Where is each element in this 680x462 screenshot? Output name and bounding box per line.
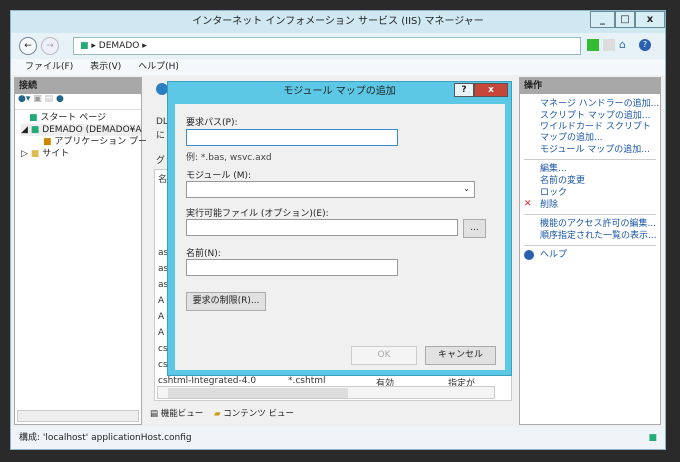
ok-button[interactable]: OK	[351, 346, 417, 365]
features-view-icon: ▤	[150, 409, 159, 419]
status-text: 構成: 'localhost' applicationHost.config	[19, 433, 192, 443]
stop-icon[interactable]	[603, 39, 615, 51]
connect-icon[interactable]: ●▾	[18, 94, 30, 104]
request-path-input[interactable]	[186, 129, 398, 146]
dialog-help-button[interactable]: ?	[454, 83, 474, 97]
connections-header: 接続	[15, 78, 141, 94]
action-add-managed-handler[interactable]: マネージ ハンドラーの追加...	[520, 98, 660, 110]
action-add-wildcard-script-map[interactable]: ワイルドカード スクリプト マップの追加...	[520, 122, 660, 144]
chevron-down-icon: ⌄	[463, 184, 470, 193]
request-path-example: 例: *.bas, wsvc.axd	[186, 153, 272, 163]
help-icon	[524, 250, 534, 260]
column-header-name[interactable]: 名	[158, 172, 167, 185]
action-add-script-map[interactable]: スクリプト マップの追加...	[520, 110, 660, 122]
executable-label: 実行可能ファイル (オプション)(E):	[186, 209, 329, 219]
action-add-module-map[interactable]: モジュール マップの追加...	[520, 144, 660, 156]
server-status-icon: ■	[648, 433, 657, 443]
list-hscrollbar[interactable]	[157, 386, 495, 399]
action-help[interactable]: ヘルプ	[520, 249, 660, 261]
maximize-button[interactable]: □	[615, 11, 635, 28]
tree-hscrollbar[interactable]	[17, 410, 139, 422]
actions-panel: 操作 マネージ ハンドラーの追加... スクリプト マップの追加... ワイルド…	[519, 77, 661, 425]
action-delete[interactable]: 削除	[520, 199, 660, 211]
desc-text: に	[156, 131, 166, 141]
action-lock[interactable]: ロック	[520, 187, 660, 199]
disconnect-icon[interactable]: ●	[56, 94, 64, 104]
cancel-button[interactable]: キャンセル	[425, 346, 496, 365]
close-button[interactable]: x	[635, 11, 665, 28]
actions-header: 操作	[520, 78, 660, 94]
window-title: インターネット インフォメーション サービス (IIS) マネージャー	[192, 16, 484, 27]
breadcrumb-sep: ▸	[91, 41, 96, 51]
tree-sites[interactable]: ▷ ■ サイト	[21, 148, 141, 160]
up-icon[interactable]: ▤	[45, 94, 54, 104]
back-icon[interactable]: ←	[19, 37, 37, 55]
navigation-bar: ← → ■ ▸ DEMADO ▸ ⌂ ?	[11, 33, 665, 59]
home-icon[interactable]: ⌂	[619, 38, 626, 51]
tree-server[interactable]: ◢ ■ DEMADO (DEMADO¥A	[21, 124, 142, 136]
minimize-button[interactable]: _	[590, 11, 615, 28]
server-icon: ■	[80, 41, 89, 51]
features-view-tab[interactable]: ▤ 機能ビュー	[150, 407, 203, 419]
list-item[interactable]: A	[158, 296, 164, 306]
menu-bar: ファイル(F) 表示(V) ヘルプ(H)	[11, 59, 665, 75]
breadcrumb-sep: ▸	[142, 41, 147, 51]
name-input[interactable]	[186, 259, 398, 276]
tree-app-pools[interactable]: ■ アプリケーション プール	[29, 136, 156, 148]
connections-tree: ■ スタート ページ ◢ ■ DEMADO (DEMADO¥A ■ アプリケーシ…	[15, 110, 156, 160]
content-view-tab[interactable]: ▰ コンテンツ ビュー	[214, 407, 294, 419]
dialog-body: 要求パス(P): 例: *.bas, wsvc.axd モジュール (M): ⌄…	[175, 104, 505, 370]
action-edit-permissions[interactable]: 機能のアクセス許可の編集...	[520, 218, 660, 230]
breadcrumb-demado[interactable]: DEMADO	[99, 41, 140, 51]
status-bar: 構成: 'localhost' applicationHost.config ■	[11, 427, 665, 449]
add-module-map-dialog: モジュール マップの追加 ? x 要求パス(P): 例: *.bas, wsvc…	[167, 81, 512, 376]
iis-manager-window: インターネット インフォメーション サービス (IIS) マネージャー _ □ …	[10, 10, 666, 450]
request-restrictions-button[interactable]: 要求の制限(R)...	[186, 292, 266, 311]
refresh-icon[interactable]	[587, 39, 599, 51]
executable-input[interactable]	[186, 219, 458, 236]
title-bar: インターネット インフォメーション サービス (IIS) マネージャー	[11, 11, 665, 33]
request-path-label: 要求パス(P):	[186, 118, 238, 128]
save-icon[interactable]: ▣	[33, 94, 42, 104]
menu-file[interactable]: ファイル(F)	[25, 62, 73, 72]
forward-icon[interactable]: →	[41, 37, 59, 55]
module-select[interactable]: ⌄	[186, 181, 475, 198]
tree-start-page[interactable]: ■ スタート ページ	[29, 112, 141, 124]
dialog-close-button[interactable]: x	[474, 83, 508, 97]
action-rename[interactable]: 名前の変更	[520, 175, 660, 187]
action-view-ordered-list[interactable]: 順序指定された一覧の表示...	[520, 230, 660, 242]
table-row[interactable]: cshtml-Integrated-4.0 *.cshtml 有効 指定が	[158, 376, 508, 389]
list-item[interactable]: A	[158, 312, 164, 322]
help-icon[interactable]: ?	[639, 39, 651, 51]
menu-view[interactable]: 表示(V)	[90, 62, 121, 72]
connections-panel: 接続 ●▾ ▣ ▤ ● ■ スタート ページ ◢ ■ DEMADO (DEMAD…	[14, 77, 156, 425]
module-label: モジュール (M):	[186, 171, 252, 181]
action-edit[interactable]: 編集...	[520, 163, 660, 175]
connections-toolbar: ●▾ ▣ ▤ ●	[15, 94, 141, 110]
content-view-icon: ▰	[214, 409, 221, 419]
address-bar[interactable]: ■ ▸ DEMADO ▸	[73, 37, 581, 55]
browse-button[interactable]: ...	[463, 219, 486, 238]
menu-help[interactable]: ヘルプ(H)	[138, 62, 179, 72]
delete-icon: ✕	[524, 199, 532, 209]
name-label: 名前(N):	[186, 249, 221, 259]
list-item[interactable]: A	[158, 328, 164, 338]
group-label: グ	[156, 156, 166, 166]
